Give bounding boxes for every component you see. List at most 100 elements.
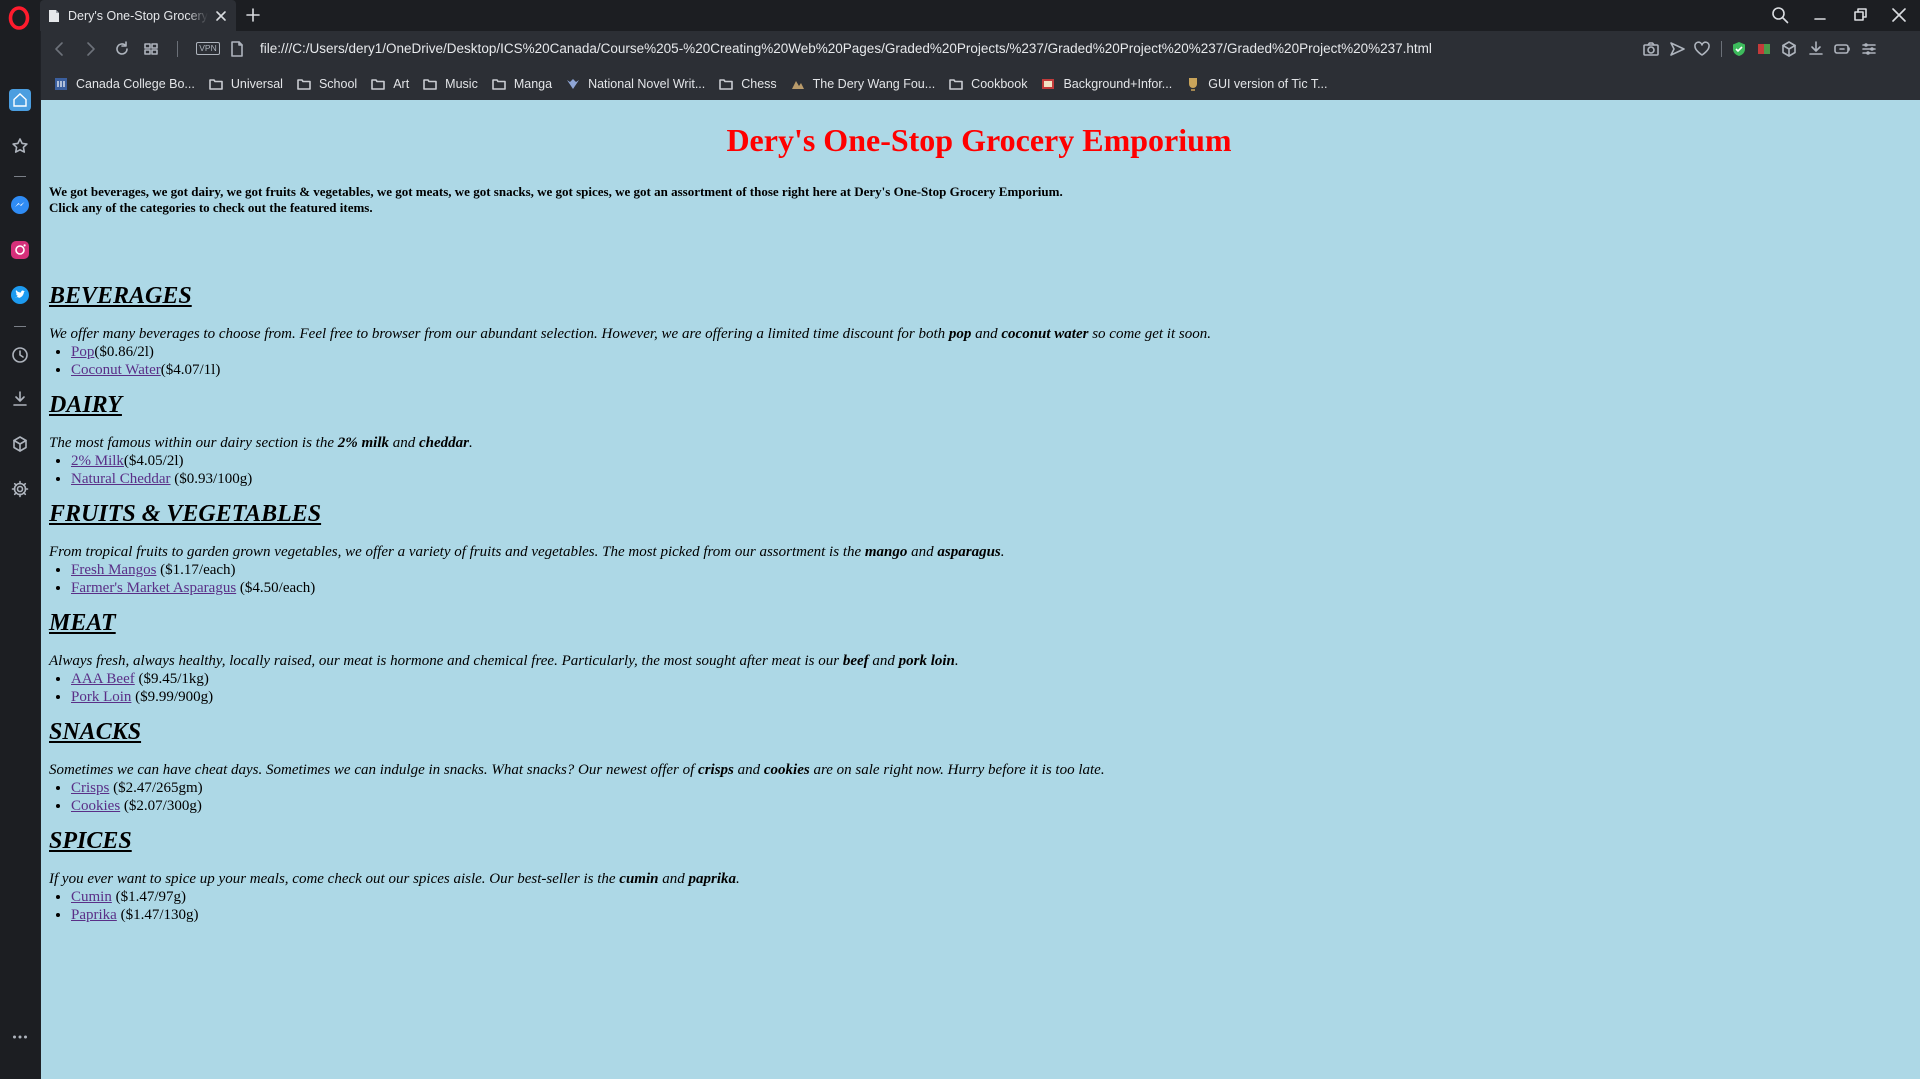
close-window-icon[interactable] (1889, 5, 1909, 25)
address-bar-url[interactable]: file:///C:/Users/dery1/OneDrive/Desktop/… (260, 41, 1432, 56)
item-link[interactable]: Crisps (71, 780, 109, 796)
bookmark-folder[interactable]: Cookbook (949, 77, 1027, 91)
tabs-grid-icon[interactable] (142, 40, 160, 58)
close-tab-icon[interactable] (214, 9, 228, 23)
new-tab-icon[interactable] (244, 6, 262, 24)
list-item: Pork Loin ($9.99/900g) (71, 688, 1909, 706)
section-heading: DAIRY (49, 392, 122, 418)
bookmark-folder[interactable]: Music (423, 77, 478, 91)
vpn-button[interactable]: VPN (196, 42, 220, 55)
section-description: Sometimes we can have cheat days. Someti… (49, 761, 1909, 779)
reload-icon[interactable] (113, 40, 131, 58)
extension-icon[interactable] (1755, 40, 1773, 58)
settings-gear-icon[interactable] (9, 478, 31, 500)
item-list: AAA Beef ($9.45/1kg) Pork Loin ($9.99/90… (49, 670, 1909, 706)
section-heading: BEVERAGES (49, 283, 192, 309)
item-price: ($0.93/100g) (170, 471, 253, 487)
item-link[interactable]: Cookies (71, 798, 120, 814)
twitter-icon[interactable] (9, 284, 31, 306)
restore-icon[interactable] (1850, 5, 1870, 25)
item-link[interactable]: Pork Loin (71, 689, 131, 705)
back-icon[interactable] (51, 40, 69, 58)
section-snacks: SNACKS Sometimes we can have cheat days.… (49, 718, 1909, 815)
instagram-icon[interactable] (9, 239, 31, 261)
item-link[interactable]: Coconut Water (71, 362, 161, 378)
sidebar-divider (14, 176, 26, 177)
messenger-icon[interactable] (9, 194, 31, 216)
page-info-icon[interactable] (228, 40, 246, 58)
star-icon[interactable] (9, 135, 31, 157)
heart-icon[interactable] (1693, 40, 1711, 58)
item-price: ($4.07/1l) (160, 362, 221, 378)
item-link[interactable]: Cumin (71, 889, 112, 905)
list-item: Pop($0.86/2l) (71, 343, 1909, 361)
description-text: so come get it soon. (1088, 326, 1211, 342)
item-list: Fresh Mangos ($1.17/each) Farmer's Marke… (49, 561, 1909, 597)
downloads-icon[interactable] (9, 388, 31, 410)
tab-search-icon[interactable] (1770, 5, 1790, 25)
extensions-cube-icon[interactable] (9, 433, 31, 455)
highlight-text: cookies (763, 762, 810, 778)
battery-saver-icon[interactable] (1833, 40, 1851, 58)
bookmark-folder[interactable]: School (297, 77, 357, 91)
site-favicon-icon (566, 77, 580, 91)
more-icon[interactable] (9, 1026, 31, 1048)
section-spices: SPICES If you ever want to spice up your… (49, 827, 1909, 924)
item-link[interactable]: 2% Milk (71, 453, 124, 469)
cube-extension-icon[interactable] (1780, 40, 1798, 58)
highlight-text: beef (842, 653, 869, 669)
item-price: ($0.86/2l) (94, 344, 154, 360)
download-icon[interactable] (1807, 40, 1825, 58)
home-icon[interactable] (9, 89, 31, 111)
highlight-text: asparagus (937, 544, 1001, 560)
opera-logo-icon[interactable] (7, 6, 31, 30)
bookmark-folder[interactable]: Art (371, 77, 409, 91)
bookmark-folder[interactable]: Chess (719, 77, 777, 91)
item-link[interactable]: AAA Beef (71, 671, 135, 687)
item-link[interactable]: Fresh Mangos (71, 562, 156, 578)
active-tab[interactable]: Dery's One-Stop Grocery Emporium (40, 0, 236, 31)
highlight-text: crisps (698, 762, 734, 778)
description-text: . (469, 435, 473, 451)
document-icon (48, 9, 60, 23)
send-icon[interactable] (1668, 40, 1686, 58)
site-favicon-icon (54, 77, 68, 91)
description-text: . (954, 653, 959, 669)
browser-sidebar (0, 31, 40, 1079)
list-item: Farmer's Market Asparagus ($4.50/each) (71, 579, 1909, 597)
tab-title: Dery's One-Stop Grocery Emporium (68, 8, 208, 23)
description-text: and (907, 544, 938, 560)
forward-icon[interactable] (81, 40, 99, 58)
bookmark-item[interactable]: The Dery Wang Fou... (791, 77, 935, 91)
bookmark-folder[interactable]: Universal (209, 77, 283, 91)
list-item: Paprika ($1.47/130g) (71, 906, 1909, 924)
item-link[interactable]: Paprika (71, 907, 117, 923)
item-link[interactable]: Farmer's Market Asparagus (71, 580, 236, 596)
intro-line: We got beverages, we got dairy, we got f… (49, 184, 1063, 199)
list-item: Crisps ($2.47/265gm) (71, 779, 1909, 797)
item-list: Cumin ($1.47/97g) Paprika ($1.47/130g) (49, 888, 1909, 924)
item-link[interactable]: Pop (71, 344, 94, 360)
snapshot-icon[interactable] (1642, 40, 1660, 58)
description-text: . (1000, 544, 1005, 560)
bookmark-item[interactable]: Background+Infor... (1041, 77, 1172, 91)
adblock-shield-icon[interactable] (1730, 40, 1748, 58)
description-text: The most famous within our dairy section… (49, 435, 338, 451)
bookmark-folder[interactable]: Manga (492, 77, 552, 91)
bookmark-item[interactable]: GUI version of Tic T... (1186, 77, 1328, 91)
item-link[interactable]: Natural Cheddar (71, 471, 171, 487)
history-icon[interactable] (9, 344, 31, 366)
section-description: Always fresh, always healthy, locally ra… (49, 652, 1909, 670)
description-text: and (971, 326, 1002, 342)
section-description: From tropical fruits to garden grown veg… (49, 543, 1909, 561)
easy-setup-icon[interactable] (1860, 40, 1878, 58)
web-page: Dery's One-Stop Grocery Emporium We got … (41, 100, 1920, 1079)
item-price: ($2.47/265gm) (109, 780, 203, 796)
minimize-icon[interactable] (1810, 5, 1830, 25)
section-meat: MEAT Always fresh, always healthy, local… (49, 609, 1909, 706)
folder-icon (949, 77, 963, 91)
item-price: ($9.45/1kg) (134, 671, 209, 687)
bookmark-item[interactable]: Canada College Bo... (54, 77, 195, 91)
highlight-text: pork loin (898, 653, 955, 669)
bookmark-item[interactable]: National Novel Writ... (566, 77, 705, 91)
